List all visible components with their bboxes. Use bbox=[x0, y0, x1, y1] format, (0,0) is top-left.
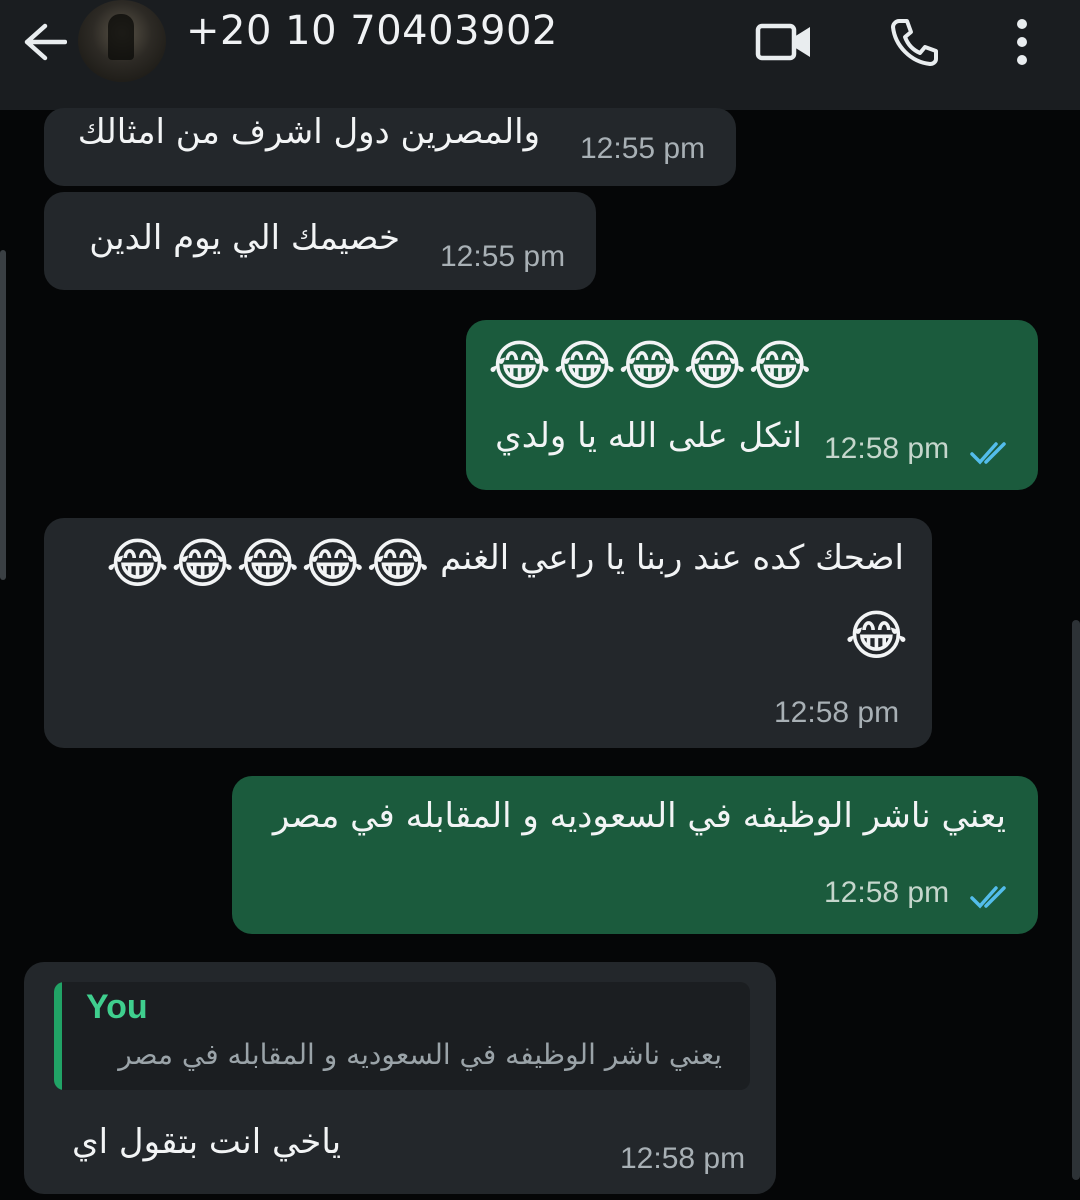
contact-avatar[interactable] bbox=[78, 0, 166, 82]
quote-text: يعني ناشر الوظيفه في السعوديه و المقابله… bbox=[118, 1038, 722, 1071]
outgoing-message[interactable]: يعني ناشر الوظيفه في السعوديه و المقابله… bbox=[232, 776, 1038, 934]
message-time: 12:58 pm bbox=[620, 1142, 746, 1175]
message-time: 12:55 pm bbox=[440, 240, 566, 273]
emoji-laugh: 😂 bbox=[844, 604, 908, 667]
message-text: اتكل على الله يا ولدي bbox=[495, 416, 802, 456]
quoted-message[interactable]: You يعني ناشر الوظيفه في السعوديه و المق… bbox=[54, 982, 750, 1090]
read-ticks-icon bbox=[970, 442, 1006, 465]
phone-icon[interactable] bbox=[884, 14, 944, 70]
message-time: 12:55 pm bbox=[580, 132, 706, 165]
message-text: والمصرين دول اشرف من امثالك bbox=[77, 112, 540, 152]
message-text: اضحك كده عند ربنا يا راعي الغنم bbox=[440, 538, 904, 578]
quote-author: You bbox=[86, 988, 148, 1026]
message-text: ياخي انت بتقول اي bbox=[72, 1122, 342, 1162]
incoming-reply-message[interactable]: You يعني ناشر الوظيفه في السعوديه و المق… bbox=[24, 962, 776, 1194]
contact-name[interactable]: +20 10 70403902 bbox=[186, 6, 558, 56]
incoming-message[interactable]: خصيمك الي يوم الدين 12:55 pm bbox=[44, 192, 596, 290]
emoji-laugh-row: 😂😂😂😂😂 bbox=[106, 532, 432, 595]
left-edge-indicator bbox=[0, 250, 6, 580]
emoji-laugh-row: 😂😂😂😂😂 bbox=[488, 334, 814, 397]
outgoing-message[interactable]: 😂😂😂😂😂 اتكل على الله يا ولدي 12:58 pm bbox=[466, 320, 1038, 490]
incoming-message[interactable]: اضحك كده عند ربنا يا راعي الغنم 😂😂😂😂😂 😂 … bbox=[44, 518, 932, 748]
read-ticks-icon bbox=[970, 886, 1006, 909]
message-text: خصيمك الي يوم الدين bbox=[89, 218, 400, 258]
chat-header: +20 10 70403902 bbox=[0, 0, 1080, 110]
more-vert-icon[interactable] bbox=[992, 14, 1052, 70]
message-time: 12:58 pm bbox=[824, 876, 950, 909]
scrollbar[interactable] bbox=[1072, 620, 1080, 1180]
incoming-message[interactable]: والمصرين دول اشرف من امثالك 12:55 pm bbox=[44, 108, 736, 186]
video-call-icon[interactable] bbox=[754, 14, 814, 70]
arrow-left-icon[interactable] bbox=[18, 20, 70, 64]
message-text: يعني ناشر الوظيفه في السعوديه و المقابله… bbox=[272, 796, 1006, 836]
message-time: 12:58 pm bbox=[824, 432, 950, 465]
message-time: 12:58 pm bbox=[774, 696, 900, 729]
quote-accent-bar bbox=[54, 982, 62, 1090]
